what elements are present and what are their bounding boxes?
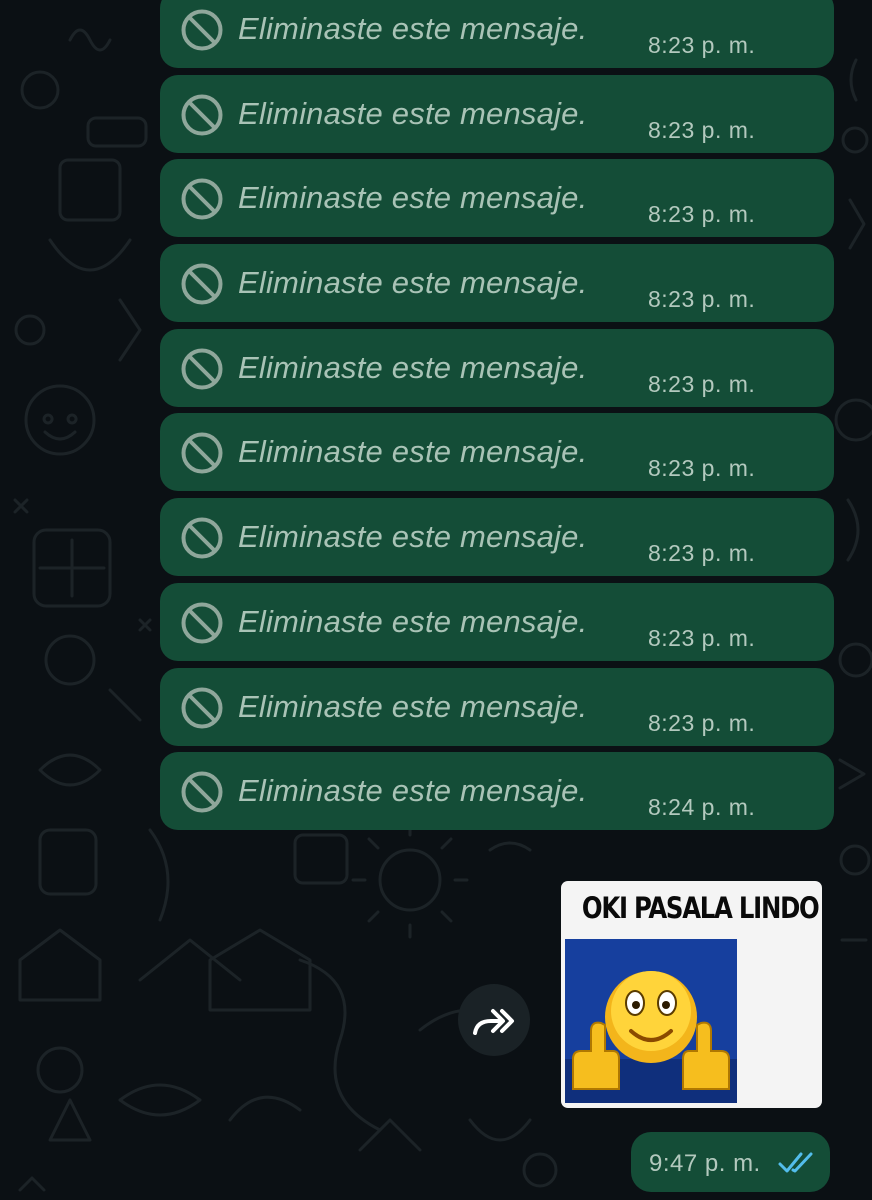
deleted-message-bubble[interactable]: Eliminaste este mensaje. 8:23 p. m.	[160, 159, 834, 238]
deleted-message-list: Eliminaste este mensaje. 8:23 p. m. Elim…	[160, 0, 834, 837]
message-timestamp: 8:23 p. m.	[648, 709, 756, 736]
sticker-message[interactable]: OKI PASALA LINDO	[561, 881, 822, 1108]
message-timestamp: 8:23 p. m.	[648, 455, 756, 482]
prohibited-icon	[181, 432, 223, 474]
deleted-message-bubble[interactable]: Eliminaste este mensaje. 8:24 p. m.	[160, 752, 834, 831]
forward-button[interactable]	[458, 984, 530, 1056]
prohibited-icon	[181, 178, 223, 220]
deleted-message-text: Eliminaste este mensaje.	[238, 95, 588, 131]
deleted-message-text: Eliminaste este mensaje.	[238, 519, 588, 555]
deleted-message-text: Eliminaste este mensaje.	[238, 180, 588, 216]
message-timestamp: 8:23 p. m.	[648, 624, 756, 651]
deleted-message-text: Eliminaste este mensaje.	[238, 349, 588, 385]
deleted-message-text: Eliminaste este mensaje.	[238, 773, 588, 809]
deleted-message-text: Eliminaste este mensaje.	[238, 265, 588, 301]
prohibited-icon	[181, 771, 223, 813]
message-timestamp: 8:23 p. m.	[648, 201, 756, 228]
deleted-message-bubble[interactable]: Eliminaste este mensaje. 8:23 p. m.	[160, 244, 834, 323]
prohibited-icon	[181, 687, 223, 728]
sticker-caption: OKI PASALA LINDO	[581, 891, 820, 925]
prohibited-icon	[181, 9, 223, 51]
deleted-message-text: Eliminaste este mensaje.	[238, 434, 588, 470]
deleted-message-text: Eliminaste este mensaje.	[238, 11, 588, 46]
double-check-read-icon	[778, 1152, 813, 1173]
forward-icon	[473, 1009, 514, 1035]
prohibited-icon	[181, 348, 223, 390]
prohibited-icon	[181, 94, 223, 136]
message-timestamp: 8:23 p. m.	[648, 32, 756, 58]
deleted-message-bubble[interactable]: Eliminaste este mensaje. 8:23 p. m.	[160, 582, 834, 661]
prohibited-icon	[181, 517, 223, 559]
message-timestamp: 8:23 p. m.	[648, 540, 756, 567]
message-timestamp: 8:23 p. m.	[648, 370, 756, 397]
deleted-message-bubble[interactable]: Eliminaste este mensaje. 8:23 p. m.	[160, 667, 834, 746]
message-timestamp: 9:47 p. m.	[649, 1150, 761, 1177]
message-timestamp: 8:24 p. m.	[648, 794, 756, 821]
chat-view[interactable]: Eliminaste este mensaje. 8:23 p. m. Elim…	[0, 0, 872, 1200]
deleted-message-bubble[interactable]: Eliminaste este mensaje. 8:23 p. m.	[160, 498, 834, 577]
deleted-message-bubble[interactable]: Eliminaste este mensaje. 8:23 p. m.	[160, 328, 834, 407]
prohibited-icon	[181, 602, 223, 644]
deleted-message-bubble[interactable]: Eliminaste este mensaje. 8:23 p. m.	[160, 413, 834, 492]
deleted-message-bubble[interactable]: Eliminaste este mensaje. 8:23 p. m.	[160, 0, 834, 68]
message-timestamp: 8:23 p. m.	[648, 286, 756, 313]
message-timestamp: 8:23 p. m.	[648, 116, 756, 143]
deleted-message-text: Eliminaste este mensaje.	[238, 603, 588, 639]
deleted-message-text: Eliminaste este mensaje.	[238, 688, 588, 724]
prohibited-icon	[181, 263, 223, 305]
sent-message-bubble[interactable]: 9:47 p. m.	[631, 1132, 830, 1192]
thumbs-up-smiley-icon	[565, 939, 737, 1103]
deleted-message-bubble[interactable]: Eliminaste este mensaje. 8:23 p. m.	[160, 74, 834, 153]
